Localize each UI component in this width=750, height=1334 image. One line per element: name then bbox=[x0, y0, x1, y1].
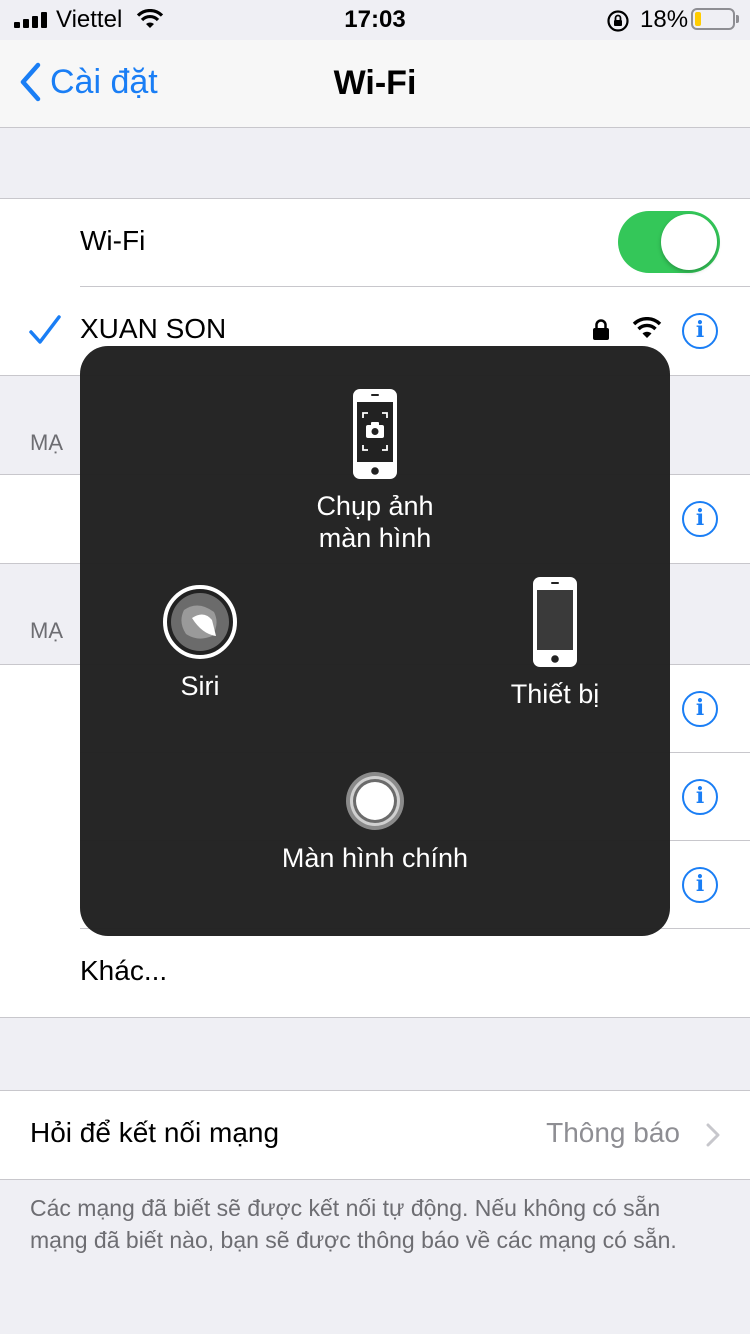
info-icon[interactable]: i bbox=[682, 779, 718, 815]
home-button[interactable]: Màn hình chính bbox=[255, 770, 495, 874]
info-icon[interactable]: i bbox=[682, 313, 718, 349]
ask-to-join-row[interactable]: Hỏi để kết nối mạng Thông báo bbox=[0, 1091, 750, 1179]
home-label: Màn hình chính bbox=[281, 843, 469, 873]
assistive-touch-menu: Chụp ảnh màn hình Siri Thiết bị Màn hình… bbox=[80, 346, 670, 936]
ask-to-join-group: Hỏi để kết nối mạng Thông báo bbox=[0, 1090, 750, 1180]
status-time: 17:03 bbox=[344, 6, 406, 33]
device-button[interactable]: Thiết bị bbox=[475, 576, 635, 710]
chevron-right-icon bbox=[706, 1123, 720, 1147]
wifi-toggle-label: Wi-Fi bbox=[80, 225, 146, 256]
wifi-toggle-row: Wi-Fi bbox=[0, 199, 750, 287]
device-label: Thiết bị bbox=[510, 679, 600, 709]
siri-label: Siri bbox=[180, 671, 220, 701]
ask-to-join-label: Hỏi để kết nối mạng bbox=[30, 1117, 280, 1148]
device-icon bbox=[533, 577, 577, 667]
info-icon[interactable]: i bbox=[682, 691, 718, 727]
section-header: MẠ bbox=[30, 618, 63, 643]
wifi-toggle[interactable] bbox=[618, 211, 720, 273]
footer-note: Các mạng đã biết sẽ được kết nối tự động… bbox=[30, 1195, 677, 1253]
section-header: MẠ bbox=[30, 430, 63, 455]
other-network-label: Khác... bbox=[80, 955, 168, 986]
navigation-bar: Cài đặt Wi-Fi bbox=[0, 40, 750, 128]
other-network-row[interactable]: Khác... bbox=[0, 929, 750, 1017]
page-title: Wi-Fi bbox=[333, 64, 417, 102]
connected-network-name: XUAN SON bbox=[80, 313, 227, 344]
siri-button[interactable]: Siri bbox=[120, 584, 280, 702]
checkmark-icon bbox=[29, 315, 61, 344]
battery-percentage: 18% bbox=[640, 6, 689, 33]
status-bar: Viettel 17:03 18% bbox=[0, 0, 750, 40]
screenshot-button[interactable]: Chụp ảnh màn hình bbox=[275, 388, 475, 554]
wifi-signal-icon bbox=[632, 317, 662, 338]
ask-to-join-value: Thông báo bbox=[546, 1117, 680, 1148]
lock-icon bbox=[593, 319, 609, 340]
info-icon[interactable]: i bbox=[682, 867, 718, 903]
screenshot-label-line2: màn hình bbox=[318, 523, 432, 553]
screenshot-label-line1: Chụp ảnh bbox=[316, 491, 434, 521]
home-icon bbox=[346, 772, 404, 830]
rotation-lock-icon bbox=[607, 10, 629, 32]
info-icon[interactable]: i bbox=[682, 501, 718, 537]
siri-icon bbox=[163, 585, 237, 659]
battery-icon bbox=[691, 8, 739, 30]
screenshot-icon bbox=[353, 389, 397, 479]
